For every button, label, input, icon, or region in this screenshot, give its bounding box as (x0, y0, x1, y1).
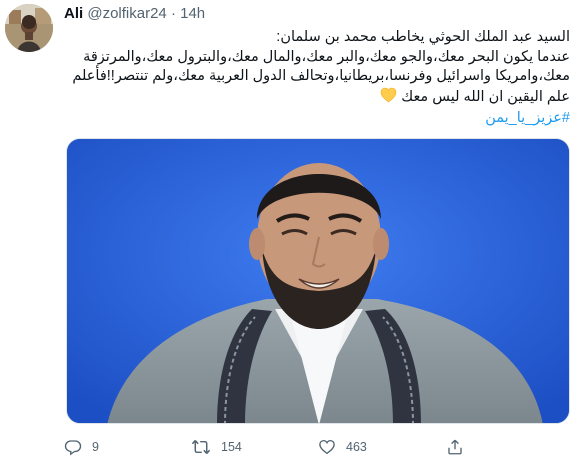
yellow-heart-icon (380, 87, 397, 110)
tweet-line-text: علم اليقين ان الله ليس معك (401, 88, 570, 105)
hashtag-link[interactable]: #عزيز_يا_يمن (485, 110, 570, 126)
tweet-line: عندما يكون البحر معك،والجو معك،والبر معك… (83, 48, 570, 65)
photo-image (67, 139, 569, 423)
tweet-line: معك،وامريكا واسرائيل وفرنسا،بريطانيا،وتح… (72, 68, 570, 85)
reply-icon (64, 438, 82, 456)
tweet-card[interactable]: Ali @zolfikar24 · 14h السيد عبد الملك ال… (0, 0, 583, 460)
reply-count: 9 (92, 440, 99, 454)
tweet-actions: 9 154 463 (64, 436, 570, 458)
avatar[interactable] (5, 4, 53, 52)
author-handle[interactable]: @zolfikar24 (87, 5, 166, 22)
reply-button[interactable]: 9 (64, 436, 99, 458)
tweet-text: السيد عبد الملك الحوثي يخاطب محمد بن سلم… (64, 28, 570, 129)
tweet-line-with-emoji: علم اليقين ان الله ليس معك (64, 87, 570, 110)
like-button[interactable]: 463 (318, 436, 367, 458)
tweet-timestamp[interactable]: 14h (180, 5, 205, 22)
avatar-photo (5, 4, 53, 52)
separator-dot: · (170, 5, 176, 22)
like-count: 463 (346, 440, 367, 454)
tweet-photo[interactable] (66, 138, 570, 424)
tweet-header: Ali @zolfikar24 · 14h (64, 5, 205, 23)
tweet-line: السيد عبد الملك الحوثي يخاطب محمد بن سلم… (276, 29, 570, 45)
heart-icon (318, 438, 336, 456)
retweet-button[interactable]: 154 (191, 436, 242, 458)
author-name[interactable]: Ali (64, 5, 83, 22)
share-button[interactable] (446, 436, 464, 458)
share-icon (446, 438, 464, 456)
hashtag-line: #عزيز_يا_يمن (64, 109, 570, 129)
retweet-icon (191, 438, 211, 456)
retweet-count: 154 (221, 440, 242, 454)
